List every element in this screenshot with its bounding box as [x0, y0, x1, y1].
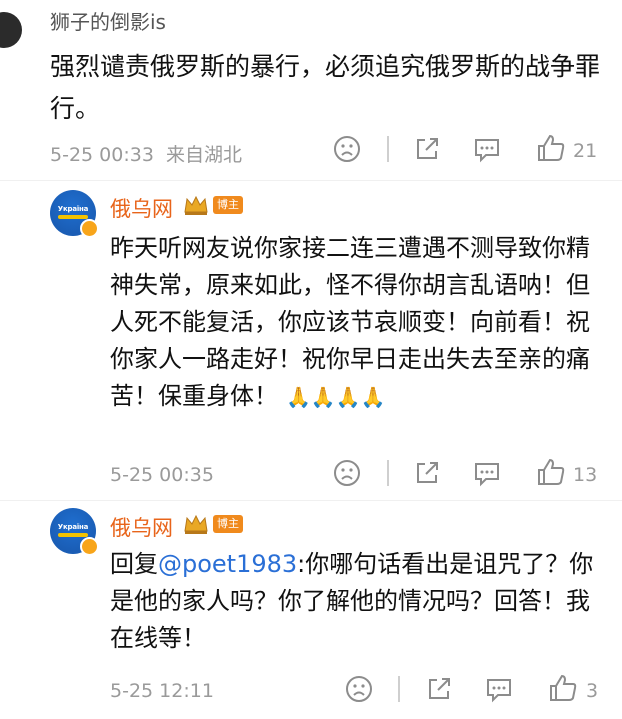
divider — [387, 460, 389, 486]
crown-icon — [184, 195, 208, 215]
reply-text: 回复@poet1983:你哪句话看出是诅咒了？你是他的家人吗？你了解他的情况吗？… — [110, 546, 600, 657]
sad-face-icon — [346, 676, 372, 702]
comment-icon — [475, 139, 499, 163]
reply-username[interactable]: 俄乌网 — [110, 193, 173, 223]
blogger-badge: 博主 — [213, 196, 243, 214]
like-count: 3 — [586, 680, 599, 702]
pray-emoji: 🙏🙏🙏🙏 — [286, 384, 386, 409]
blogger-badge: 博主 — [213, 515, 243, 533]
reply-time: 5-25 12:11 — [110, 680, 214, 702]
comment-button[interactable] — [484, 674, 514, 704]
comment-button[interactable] — [472, 134, 502, 164]
avatar[interactable]: Україна — [50, 508, 99, 556]
comment-location: 来自湖北 — [165, 144, 242, 166]
sad-face-icon — [334, 460, 360, 486]
reply-prefix: 回复 — [110, 550, 158, 578]
avatar[interactable]: Україна — [50, 190, 99, 238]
share-icon — [429, 678, 450, 699]
share-button[interactable] — [412, 458, 442, 488]
crown-icon — [184, 514, 208, 534]
avatar-flag-stripe — [58, 533, 88, 537]
avatar-label: Україна — [57, 205, 89, 213]
share-icon — [417, 138, 438, 159]
divider — [0, 500, 622, 501]
like-thumb-icon — [538, 134, 565, 161]
verified-icon — [80, 219, 99, 238]
divider — [0, 180, 622, 181]
like-thumb-icon — [550, 674, 577, 701]
dislike-button[interactable] — [332, 134, 362, 164]
divider — [398, 676, 400, 702]
comment-time: 5-25 00:33 — [50, 144, 154, 166]
divider — [387, 136, 389, 162]
sad-face-icon — [334, 136, 360, 162]
like-count: 21 — [573, 140, 598, 162]
verified-icon — [80, 537, 99, 556]
reply-text: 昨天听网友说你家接二连三遭遇不测导致你精神失常，原来如此，怪不得你胡言乱语呐！但… — [110, 230, 590, 416]
mention-link[interactable]: @poet1983 — [158, 550, 297, 578]
comment-icon — [475, 463, 499, 487]
like-thumb-icon — [538, 458, 565, 485]
like-button[interactable] — [535, 132, 567, 164]
reply-username[interactable]: 俄乌网 — [110, 512, 173, 542]
dislike-button[interactable] — [332, 458, 362, 488]
avatar-flag-stripe — [58, 215, 88, 219]
like-count: 13 — [573, 464, 598, 486]
comment-text: 强烈谴责俄罗斯的暴行，必须追究俄罗斯的战争罪行。 — [50, 52, 601, 123]
comment-button[interactable] — [472, 458, 502, 488]
like-button[interactable] — [547, 672, 579, 704]
comment-username[interactable]: 狮子的倒影is — [50, 6, 166, 35]
comment-icon — [487, 679, 511, 703]
avatar[interactable] — [0, 12, 22, 48]
dislike-button[interactable] — [344, 674, 374, 704]
avatar-label: Україна — [57, 523, 89, 531]
reply-time: 5-25 00:35 — [110, 464, 214, 486]
comment-meta: 5-25 00:33 来自湖北 — [50, 140, 242, 167]
share-icon — [417, 462, 438, 483]
share-button[interactable] — [412, 134, 442, 164]
share-button[interactable] — [424, 674, 454, 704]
like-button[interactable] — [535, 456, 567, 488]
